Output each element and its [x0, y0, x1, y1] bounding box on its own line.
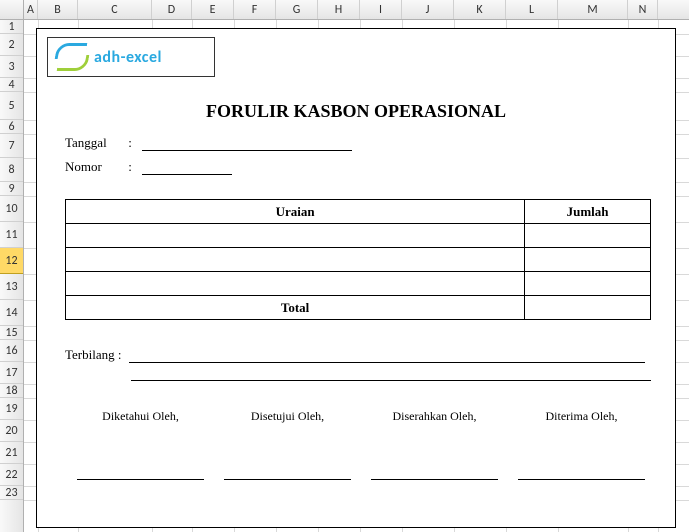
row-header-16[interactable]: 16 [0, 340, 23, 362]
col-header-D[interactable]: D [152, 0, 192, 19]
logo-text: adh-excel [94, 48, 162, 67]
row-header-9[interactable]: 9 [0, 182, 23, 196]
sig-line[interactable] [224, 479, 351, 480]
signatures-row: Diketahui Oleh, Disetujui Oleh, Diserahk… [67, 409, 655, 424]
row-header-12[interactable]: 12 [0, 248, 23, 274]
col-header-F[interactable]: F [234, 0, 276, 19]
sig-diterima: Diterima Oleh, [508, 409, 655, 424]
col-header-I[interactable]: I [360, 0, 402, 19]
terbilang-row: Terbilang : [65, 347, 645, 363]
row-headers: 1234567891011121314151617181920212223 [0, 20, 24, 532]
colon: : [128, 135, 138, 151]
kasbon-table: Uraian Jumlah Total [65, 199, 651, 320]
col-header-J[interactable]: J [402, 0, 454, 19]
row-header-6[interactable]: 6 [0, 120, 23, 134]
sig-diketahui: Diketahui Oleh, [67, 409, 214, 424]
col-header-E[interactable]: E [192, 0, 234, 19]
column-headers: ABCDEFGHIJKLMN [0, 0, 689, 20]
row-header-2[interactable]: 2 [0, 34, 23, 56]
row-header-5[interactable]: 5 [0, 92, 23, 120]
select-all-corner[interactable] [0, 0, 24, 19]
row-header-15[interactable]: 15 [0, 326, 23, 340]
logo-swirl-icon [54, 43, 90, 71]
tanggal-label: Tanggal [65, 135, 125, 151]
sig-disetujui: Disetujui Oleh, [214, 409, 361, 424]
spreadsheet-grid[interactable]: adh-excel FORULIR KASBON OPERASIONAL Tan… [24, 20, 689, 532]
field-tanggal: Tanggal : [65, 135, 352, 151]
col-header-H[interactable]: H [318, 0, 360, 19]
col-header-C[interactable]: C [78, 0, 152, 19]
row-header-19[interactable]: 19 [0, 398, 23, 420]
form-title: FORULIR KASBON OPERASIONAL [37, 101, 675, 122]
total-label: Total [66, 296, 525, 320]
col-header-B[interactable]: B [38, 0, 78, 19]
col-header-N[interactable]: N [628, 0, 658, 19]
nomor-input-line[interactable] [142, 161, 232, 175]
row-header-4[interactable]: 4 [0, 78, 23, 92]
tanggal-input-line[interactable] [142, 137, 352, 151]
sig-line[interactable] [77, 479, 204, 480]
table-total-row: Total [66, 296, 651, 320]
table-row[interactable] [66, 248, 651, 272]
col-header-A[interactable]: A [24, 0, 38, 19]
sig-line[interactable] [518, 479, 645, 480]
terbilang-line-1[interactable] [129, 349, 645, 363]
signature-lines [67, 479, 655, 480]
col-header-M[interactable]: M [558, 0, 628, 19]
th-uraian: Uraian [66, 200, 525, 224]
terbilang-label: Terbilang : [65, 347, 122, 363]
nomor-label: Nomor [65, 159, 125, 175]
logo-box: adh-excel [47, 37, 215, 77]
col-header-L[interactable]: L [506, 0, 558, 19]
row-header-17[interactable]: 17 [0, 362, 23, 384]
row-header-7[interactable]: 7 [0, 134, 23, 158]
col-header-G[interactable]: G [276, 0, 318, 19]
row-header-3[interactable]: 3 [0, 56, 23, 78]
col-header-K[interactable]: K [454, 0, 506, 19]
row-header-14[interactable]: 14 [0, 300, 23, 326]
total-value[interactable] [525, 296, 651, 320]
table-row[interactable] [66, 224, 651, 248]
row-header-11[interactable]: 11 [0, 222, 23, 248]
table-row[interactable] [66, 272, 651, 296]
row-header-13[interactable]: 13 [0, 274, 23, 300]
row-header-23[interactable]: 23 [0, 486, 23, 500]
form-frame: adh-excel FORULIR KASBON OPERASIONAL Tan… [36, 28, 676, 528]
row-header-22[interactable]: 22 [0, 464, 23, 486]
row-header-8[interactable]: 8 [0, 158, 23, 182]
row-header-21[interactable]: 21 [0, 442, 23, 464]
terbilang-line-2[interactable] [131, 367, 651, 381]
row-header-20[interactable]: 20 [0, 420, 23, 442]
th-jumlah: Jumlah [525, 200, 651, 224]
row-header-18[interactable]: 18 [0, 384, 23, 398]
field-nomor: Nomor : [65, 159, 232, 175]
colon: : [128, 159, 138, 175]
sig-diserahkan: Diserahkan Oleh, [361, 409, 508, 424]
row-header-10[interactable]: 10 [0, 196, 23, 222]
row-header-1[interactable]: 1 [0, 20, 23, 34]
sig-line[interactable] [371, 479, 498, 480]
